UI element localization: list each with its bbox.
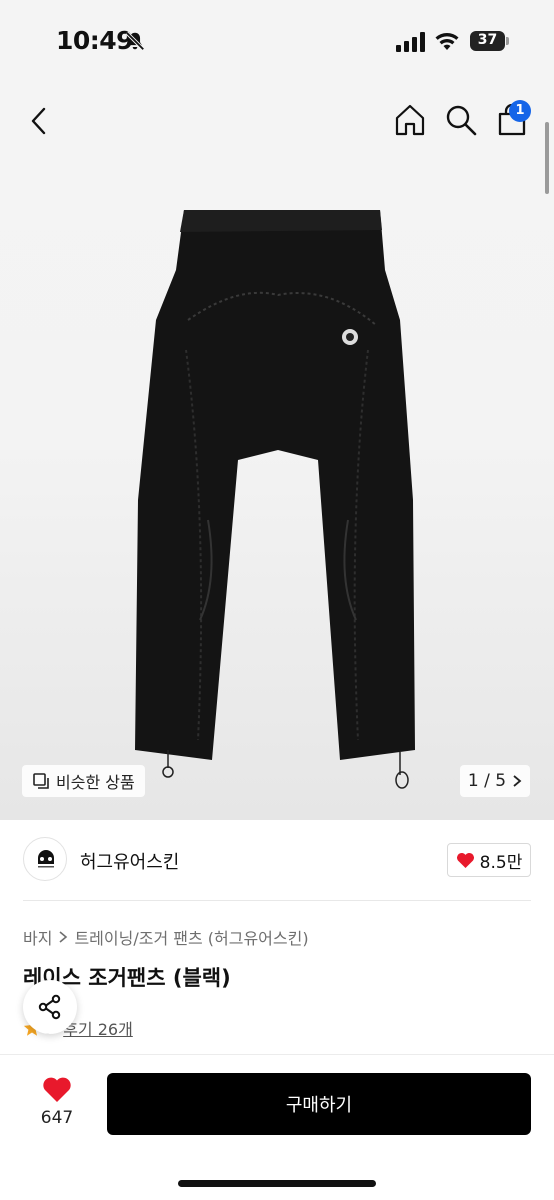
brand-row[interactable]: 허그유어스킨 8.5만 [0, 820, 554, 900]
silent-bell-icon [125, 31, 145, 51]
scrollbar[interactable] [545, 122, 549, 194]
divider [23, 900, 531, 901]
brand-like-button[interactable]: 8.5만 [447, 843, 531, 877]
similar-products-button[interactable]: 비슷한 상품 [22, 765, 145, 797]
chevron-right-icon [513, 775, 522, 787]
home-indicator[interactable] [178, 1180, 376, 1187]
status-bar: 10:49 37 [0, 0, 554, 84]
chevron-right-icon [59, 931, 68, 943]
cellular-signal-icon [396, 32, 425, 52]
product-photo-pants [135, 210, 415, 789]
status-time: 10:49 [56, 26, 134, 55]
cart-count-badge: 1 [509, 100, 531, 122]
battery-percent: 37 [477, 32, 498, 48]
page-indicator-text: 1 / 5 [467, 771, 507, 791]
share-icon [38, 994, 61, 1020]
similar-items-icon [33, 773, 49, 789]
home-icon[interactable] [392, 102, 428, 138]
brand-logo[interactable] [23, 837, 67, 881]
wifi-icon [435, 33, 459, 50]
battery-icon: 37 [470, 31, 510, 51]
like-heart-icon[interactable] [42, 1076, 72, 1103]
search-icon[interactable] [444, 103, 478, 137]
breadcrumb-subcategory[interactable]: 트레이닝/조거 팬츠 (허그유어스킨) [74, 925, 308, 949]
similar-products-label: 비슷한 상품 [56, 773, 135, 792]
image-page-indicator[interactable]: 1 / 5 [460, 765, 530, 797]
heart-icon [456, 852, 474, 868]
brand-logo-mark-icon [38, 850, 54, 868]
brand-like-count: 8.5만 [479, 852, 523, 873]
brand-name[interactable]: 허그유어스킨 [80, 848, 179, 874]
buy-button[interactable]: 구매하기 [107, 1073, 531, 1135]
breadcrumb-category[interactable]: 바지 [23, 925, 52, 949]
share-button[interactable] [23, 980, 77, 1034]
product-like-count: 647 [40, 1108, 74, 1128]
breadcrumb: 바지 트레이닝/조거 팬츠 (허그유어스킨) [23, 925, 309, 949]
back-arrow-icon[interactable] [24, 104, 56, 138]
